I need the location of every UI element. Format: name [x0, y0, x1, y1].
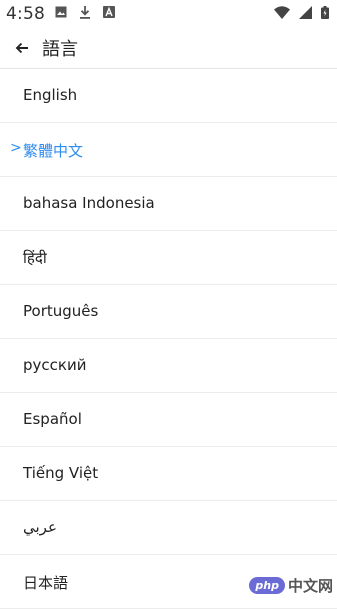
language-label: हिंदी: [23, 249, 47, 267]
status-time: 4:58: [6, 4, 45, 24]
language-label: 日本語: [23, 574, 69, 592]
language-item-hindi[interactable]: हिंदी: [0, 231, 337, 285]
a-badge-icon: [103, 6, 116, 18]
language-label: 繁體中文: [23, 142, 84, 160]
language-item-english[interactable]: English: [0, 69, 337, 123]
language-item-spanish[interactable]: Español: [0, 393, 337, 447]
selected-marker: >: [10, 140, 22, 156]
language-label: Español: [23, 410, 82, 428]
language-item-russian[interactable]: русский: [0, 339, 337, 393]
language-label: Português: [23, 302, 99, 320]
back-button[interactable]: [10, 36, 34, 60]
image-icon: [55, 6, 67, 18]
status-bar: 4:58: [0, 0, 337, 28]
language-item-indonesian[interactable]: bahasa Indonesia: [0, 177, 337, 231]
language-item-vietnamese[interactable]: Tiếng Việt: [0, 447, 337, 501]
page-title: 語言: [42, 39, 78, 60]
language-item-portuguese[interactable]: Português: [0, 285, 337, 339]
language-list: English > 繁體中文 bahasa Indonesia हिंदी Po…: [0, 69, 337, 609]
status-right-icons: [270, 6, 329, 20]
language-label: English: [23, 86, 78, 104]
battery-icon: [321, 6, 329, 19]
watermark-text: 中文网: [287, 576, 333, 595]
wifi-icon: [273, 6, 290, 19]
language-label: bahasa Indonesia: [23, 194, 155, 212]
language-label: русский: [23, 356, 87, 374]
watermark: php 中文网: [249, 574, 333, 596]
language-item-arabic[interactable]: عربي: [0, 501, 337, 555]
app-bar: 語言: [0, 28, 337, 69]
language-label: عربي: [23, 518, 57, 536]
watermark-badge: php: [249, 576, 285, 594]
signal-icon: [298, 6, 312, 19]
language-item-traditional-chinese[interactable]: > 繁體中文: [0, 123, 337, 177]
arrow-back-icon: [15, 42, 28, 54]
language-label: Tiếng Việt: [23, 464, 99, 482]
status-left-icons: [55, 6, 122, 20]
download-icon: [80, 6, 91, 19]
